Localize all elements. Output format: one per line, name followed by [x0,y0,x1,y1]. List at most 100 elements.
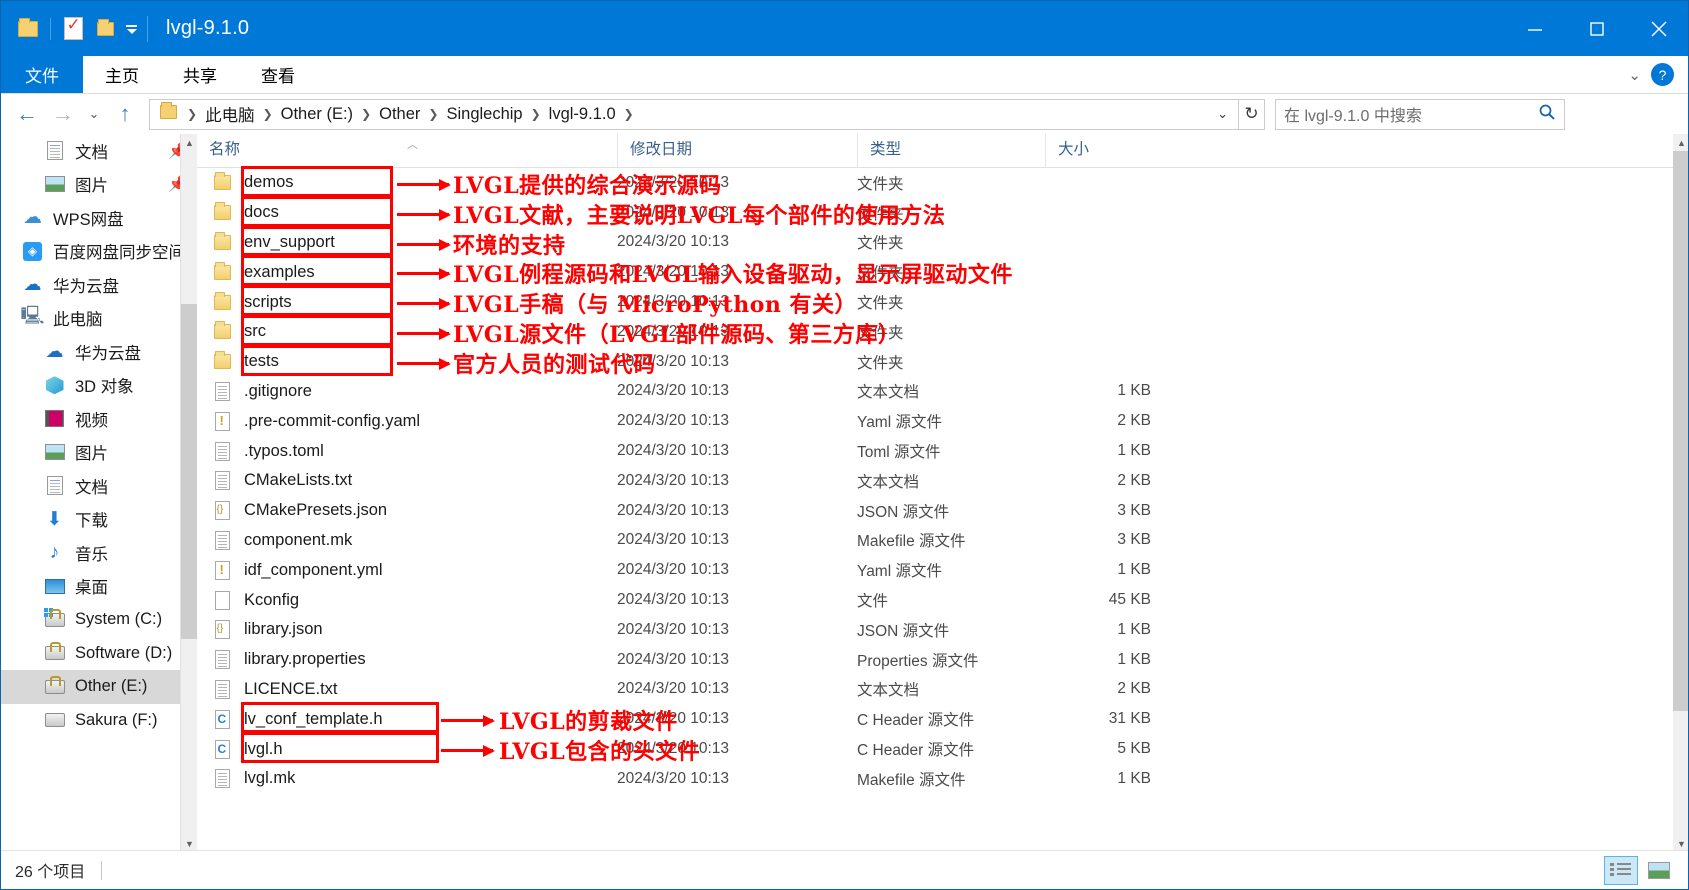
file-name-cell[interactable]: demos [197,172,617,193]
file-name-cell[interactable]: .typos.toml [197,441,617,461]
file-name-cell[interactable]: LICENCE.txt [197,679,617,699]
table-row[interactable]: env_support 2024/3/20 10:13 文件夹 [197,228,1688,258]
sidebar-item-4[interactable]: ☁ 华为云盘 [1,268,197,302]
sidebar-item-15[interactable]: Software (D:) [1,637,197,671]
table-row[interactable]: docs 2024/3/20 10:13 文件夹 [197,198,1688,228]
table-row[interactable]: library.properties 2024/3/20 10:13 Propert… [197,645,1688,675]
up-button[interactable]: ↑ [107,97,143,131]
new-folder-icon[interactable] [90,14,120,44]
sidebar-item-3[interactable]: ◈ 百度网盘同步空间 [1,235,197,269]
sidebar-item-8[interactable]: 视频 [1,402,197,436]
breadcrumb[interactable]: ❯ 此电脑 ❯ Other (E:) ❯ Other ❯ Singlechip … [149,98,1239,130]
table-row[interactable]: component.mk 2024/3/20 10:13 Makefile 源文件 3… [197,526,1688,556]
properties-icon[interactable] [58,14,88,44]
folder-icon[interactable] [13,14,43,44]
sidebar-item-10[interactable]: 文档 [1,469,197,503]
table-row[interactable]: examples 2024/3/20 10:13 文件夹 [197,257,1688,287]
chevron-down-icon[interactable] [126,25,137,34]
thumbnail-view-icon[interactable] [1642,856,1676,885]
file-name-cell[interactable]: Kconfig [197,590,617,610]
file-name-label: tests [244,352,279,371]
refresh-icon[interactable]: ↻ [1239,98,1265,130]
column-header-type[interactable]: 类型 [857,134,1045,167]
table-row[interactable]: .pre-commit-config.yaml 2024/3/20 10:13 Ya… [197,406,1688,436]
close-icon[interactable] [1628,1,1688,56]
file-name-cell[interactable]: component.mk [197,530,617,550]
sidebar-item-17[interactable]: Sakura (F:) [1,704,197,738]
table-row[interactable]: Kconfig 2024/3/20 10:13 文件 45 KB [197,585,1688,615]
breadcrumb-item-4[interactable]: lvgl-9.1.0 [545,103,620,126]
file-name-cell[interactable]: src [197,321,617,342]
column-header-name[interactable]: ︿ 名称 [197,134,617,167]
sidebar-item-2[interactable]: ☁ WPS网盘 [1,201,197,235]
sidebar-item-9[interactable]: 图片 [1,436,197,470]
file-name-cell[interactable]: examples [197,261,617,282]
table-row[interactable]: tests 2024/3/20 10:13 文件夹 [197,347,1688,377]
back-button[interactable]: ← [9,97,45,131]
table-row[interactable]: .typos.toml 2024/3/20 10:13 Toml 源文件 1 KB [197,436,1688,466]
file-name-cell[interactable]: CMakeLists.txt [197,471,617,491]
tab-share[interactable]: 共享 [161,56,239,93]
sidebar-item-12[interactable]: ♪ 音乐 [1,536,197,570]
maximize-icon[interactable] [1566,1,1628,56]
search-icon[interactable] [1538,103,1556,126]
table-row[interactable]: src 2024/3/20 10:13 文件夹 [197,317,1688,347]
file-name-cell[interactable]: lv_conf_template.h [197,709,617,729]
table-row[interactable]: lvgl.h 2024/3/20 10:13 C Header 源文件 5 KB [197,734,1688,764]
minimize-icon[interactable] [1504,1,1566,56]
file-name-cell[interactable]: scripts [197,291,617,312]
file-name-cell[interactable]: lvgl.mk [197,769,617,789]
file-name-cell[interactable]: .gitignore [197,381,617,401]
sidebar-item-0[interactable]: 文档 📌 [1,134,197,168]
forward-button[interactable]: → [45,97,81,131]
file-name-cell[interactable]: library.json [197,620,617,640]
file-name-cell[interactable]: .pre-commit-config.yaml [197,411,617,431]
sidebar-item-14[interactable]: System (C:) [1,603,197,637]
sidebar-item-16[interactable]: Other (E:) [1,670,197,704]
table-row[interactable]: idf_component.yml 2024/3/20 10:13 Yaml 源文件… [197,555,1688,585]
file-name-cell[interactable]: idf_component.yml [197,560,617,580]
sidebar-item-13[interactable]: 桌面 [1,570,197,604]
sidebar-item-7[interactable]: 3D 对象 [1,369,197,403]
file-name-cell[interactable]: docs [197,202,617,223]
scrollbar-thumb[interactable] [1673,151,1688,711]
scroll-up-icon[interactable]: ▲ [1673,134,1688,151]
sidebar-item-5[interactable]: 🖳 此电脑 [1,302,197,336]
column-header-size[interactable]: 大小 [1045,134,1177,167]
file-name-cell[interactable]: CMakePresets.json [197,501,617,521]
scrollbar-thumb[interactable] [181,304,197,639]
navigation-scrollbar[interactable]: ▲ ▼ [180,134,197,852]
chevron-down-icon[interactable]: ⌄ [1217,106,1234,122]
breadcrumb-item-0[interactable]: 此电脑 [201,100,259,128]
breadcrumb-item-1[interactable]: Other (E:) [277,103,357,126]
file-name-cell[interactable]: tests [197,351,617,372]
sidebar-item-6[interactable]: ☁ 华为云盘 [1,335,197,369]
details-view-icon[interactable] [1604,855,1638,885]
table-row[interactable]: lv_conf_template.h 2024/3/20 10:13 C Heade… [197,704,1688,734]
sidebar-item-11[interactable]: ⬇ 下载 [1,503,197,537]
search-input[interactable]: 在 lvgl-9.1.0 中搜索 [1275,98,1565,130]
table-row[interactable]: CMakePresets.json 2024/3/20 10:13 JSON 源文件… [197,496,1688,526]
file-list-scrollbar[interactable]: ▲ ▼ [1673,134,1688,852]
file-name-cell[interactable]: library.properties [197,650,617,670]
tab-file[interactable]: 文件 [1,56,83,93]
breadcrumb-item-2[interactable]: Other [375,103,424,126]
table-row[interactable]: LICENCE.txt 2024/3/20 10:13 文本文档 2 KB [197,675,1688,705]
sidebar-item-1[interactable]: 图片 📌 [1,168,197,202]
scroll-up-icon[interactable]: ▲ [181,134,197,151]
tab-home[interactable]: 主页 [83,56,161,93]
table-row[interactable]: library.json 2024/3/20 10:13 JSON 源文件 1 KB [197,615,1688,645]
table-row[interactable]: CMakeLists.txt 2024/3/20 10:13 文本文档 2 KB [197,466,1688,496]
recent-locations-button[interactable]: ⌄ [81,97,107,131]
column-header-date[interactable]: 修改日期 [617,134,857,167]
chevron-down-icon[interactable]: ⌄ [1628,66,1641,84]
breadcrumb-item-3[interactable]: Singlechip [442,103,526,126]
table-row[interactable]: scripts 2024/3/20 10:13 文件夹 [197,287,1688,317]
file-name-cell[interactable]: env_support [197,231,617,252]
help-icon[interactable]: ? [1651,63,1674,86]
file-name-cell[interactable]: lvgl.h [197,739,617,759]
table-row[interactable]: demos 2024/3/20 10:13 文件夹 [197,168,1688,198]
table-row[interactable]: lvgl.mk 2024/3/20 10:13 Makefile 源文件 1 KB [197,764,1688,794]
table-row[interactable]: .gitignore 2024/3/20 10:13 文本文档 1 KB [197,377,1688,407]
tab-view[interactable]: 查看 [239,56,317,93]
